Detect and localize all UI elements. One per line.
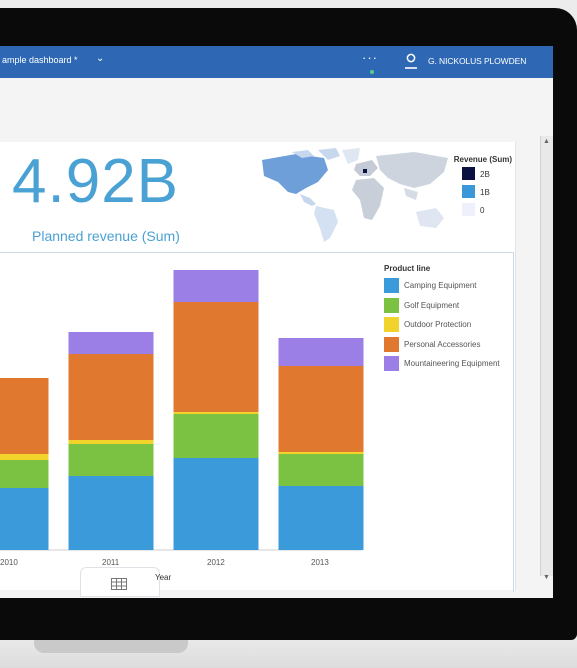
bar-segment[interactable] <box>173 458 259 550</box>
legend-item-personal[interactable]: Personal Accessories <box>384 336 514 356</box>
chevron-down-icon[interactable]: ⌄ <box>96 53 104 64</box>
legend-item-camping[interactable]: Camping Equipment <box>384 277 514 297</box>
bar-segment[interactable] <box>68 444 154 476</box>
bar-segment[interactable] <box>68 476 154 550</box>
app-screen: ample dashboard * ⌄ ··· G. NICKOLUS PLOW… <box>0 46 553 598</box>
stacked-bar-chart[interactable] <box>0 252 370 552</box>
more-options-button[interactable]: ··· <box>362 50 378 65</box>
bar-segment[interactable] <box>0 460 49 488</box>
bar-segment[interactable] <box>0 488 49 550</box>
legend-label: 0 <box>480 206 485 215</box>
legend-label: 1B <box>480 188 490 197</box>
bar-segment[interactable] <box>278 366 364 452</box>
x-axis-label: Year <box>155 573 172 582</box>
x-tick-label: 2010 <box>0 558 18 567</box>
table-icon[interactable] <box>111 578 127 590</box>
legend-swatch <box>462 185 475 198</box>
user-icon[interactable] <box>404 53 418 69</box>
bar-segment[interactable] <box>278 486 364 550</box>
bar-segment[interactable] <box>173 412 259 414</box>
legend-swatch <box>384 356 399 371</box>
world-map[interactable] <box>244 148 454 244</box>
scroll-down-icon[interactable]: ▼ <box>543 574 550 581</box>
bar-segment[interactable] <box>0 454 49 460</box>
revenue-legend: Revenue (Sum) 2B 1B 0 <box>452 154 512 219</box>
kpi-value[interactable]: 4.92B <box>12 146 179 217</box>
x-tick-label: 2013 <box>311 558 329 567</box>
legend-swatch <box>384 336 399 352</box>
bar-segment[interactable] <box>278 452 364 454</box>
bar-segment[interactable] <box>278 454 364 486</box>
bar-segment[interactable] <box>68 354 154 440</box>
product-line-legend: Product line Camping Equipment Golf Equi… <box>384 264 514 375</box>
revenue-legend-item: 0 <box>452 203 512 219</box>
bar-segment[interactable] <box>68 332 154 354</box>
toolbar-area <box>0 78 553 136</box>
scroll-up-icon[interactable]: ▲ <box>543 138 550 145</box>
x-tick-label: 2012 <box>207 558 225 567</box>
legend-swatch <box>384 317 399 332</box>
legend-label: Camping Equipment <box>404 281 477 290</box>
legend-label: Mountaineering Equipment <box>404 359 500 368</box>
bar-segment[interactable] <box>0 378 49 454</box>
legend-swatch <box>384 278 399 293</box>
dashboard-title[interactable]: ample dashboard * <box>2 55 78 65</box>
status-dot <box>370 70 374 74</box>
kpi-label: Planned revenue (Sum) <box>32 228 180 244</box>
revenue-legend-item: 1B <box>452 185 512 201</box>
bar-segment[interactable] <box>173 414 259 458</box>
legend-label: Golf Equipment <box>404 300 460 310</box>
legend-label: Outdoor Protection <box>404 320 472 329</box>
legend-label: 2B <box>480 170 490 179</box>
user-name[interactable]: G. NICKOLUS PLOWDEN <box>428 56 526 66</box>
revenue-legend-item: 2B <box>452 167 512 183</box>
legend-item-outdoor[interactable]: Outdoor Protection <box>384 316 514 336</box>
laptop-notch <box>34 640 188 653</box>
x-tick-label: 2011 <box>102 558 120 567</box>
legend-item-golf[interactable]: Golf Equipment <box>384 297 514 317</box>
bar-segment[interactable] <box>278 338 364 366</box>
legend-swatch <box>462 203 475 216</box>
legend-swatch <box>384 297 399 313</box>
vertical-scrollbar[interactable] <box>540 136 553 576</box>
top-bar: ample dashboard * ⌄ ··· G. NICKOLUS PLOW… <box>0 46 553 78</box>
legend-item-mountaineering[interactable]: Mountaineering Equipment <box>384 355 514 375</box>
bar-segment[interactable] <box>173 302 259 412</box>
legend-swatch <box>462 167 475 180</box>
bar-segment[interactable] <box>68 440 154 444</box>
revenue-legend-title: Revenue (Sum) <box>453 155 512 164</box>
bar-segment[interactable] <box>173 270 259 302</box>
legend-label: Personal Accessories <box>404 339 481 349</box>
product-legend-title: Product line <box>384 264 431 273</box>
